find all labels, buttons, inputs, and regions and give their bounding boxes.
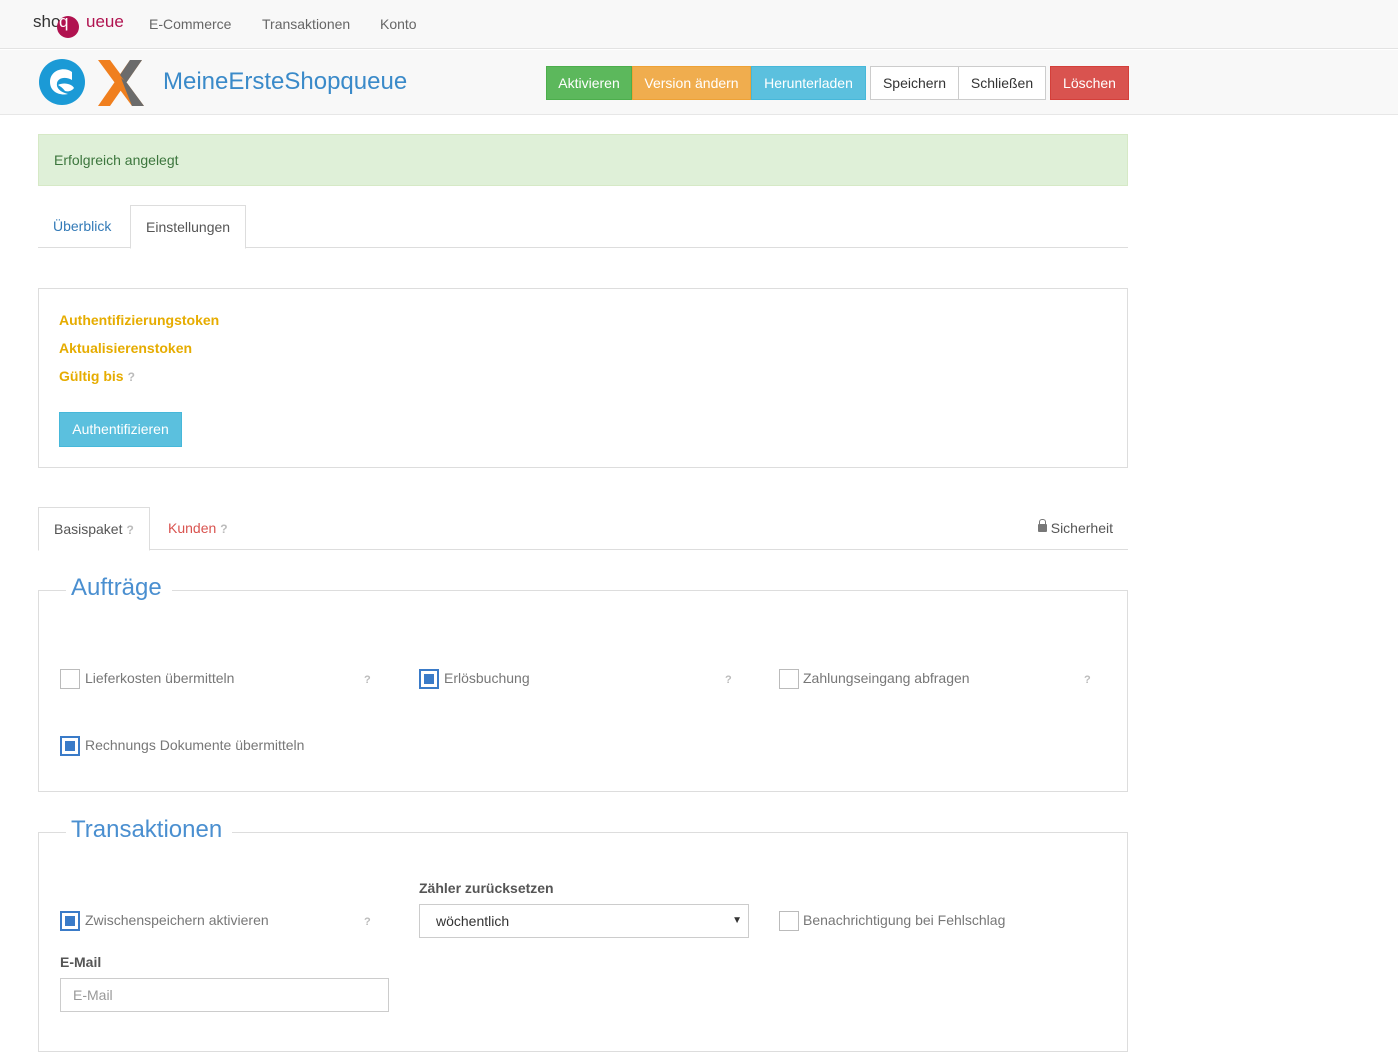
shop-header: MeineErsteShopqueue Aktivieren Version ä… (0, 50, 1398, 115)
help-icon[interactable]: ? (126, 523, 133, 537)
failure-notification-checkbox[interactable] (779, 911, 799, 931)
auth-token-label: Authentifizierungstoken (59, 312, 220, 328)
shop-title: MeineErsteShopqueue (163, 68, 408, 95)
success-alert: Erfolgreich angelegt (38, 134, 1128, 186)
nav-link-ecommerce[interactable]: E-Commerce (149, 16, 231, 32)
help-icon[interactable]: ? (364, 916, 371, 928)
success-alert-text: Erfolgreich angelegt (54, 152, 179, 168)
orders-fieldset: Aufträge Lieferkosten übermitteln ? Erlö… (38, 574, 1128, 792)
valid-until-text: Gültig bis (59, 368, 124, 384)
lock-icon (1037, 519, 1047, 532)
failure-notification-label: Benachrichtigung bei Fehlschlag (803, 912, 1006, 928)
authenticate-button[interactable]: Authentifizieren (59, 412, 182, 447)
tab-overview[interactable]: Überblick (38, 205, 126, 248)
refresh-token-label: Aktualisierenstoken (59, 340, 193, 356)
tab-basic-package[interactable]: Basispaket? (38, 507, 150, 551)
transactions-fieldset: Transaktionen Zwischenspeichern aktivier… (38, 816, 1128, 1052)
brand-q-text: q (59, 12, 69, 31)
auth-panel: Authentifizierungstoken Aktualisierensto… (38, 288, 1128, 468)
settings-tabs: Basispaket? Kunden? Sicherheit (38, 507, 1128, 551)
invoice-documents-checkbox[interactable] (60, 736, 80, 756)
query-payment-receipt-label: Zahlungseingang abfragen (803, 670, 970, 686)
x-logo-icon (98, 60, 144, 106)
reset-counter-value: wöchentlich (436, 913, 510, 929)
query-payment-receipt-checkbox[interactable] (779, 669, 799, 689)
invoice-documents-label: Rechnungs Dokumente übermitteln (85, 737, 305, 753)
help-icon[interactable]: ? (1084, 674, 1091, 686)
fieldset-border-segment (38, 832, 66, 833)
fieldset-border-segment (232, 832, 1128, 833)
activate-button[interactable]: Aktivieren (546, 66, 632, 100)
brand-queue-text: ueue (86, 12, 124, 31)
nav-link-transactions[interactable]: Transaktionen (262, 16, 350, 32)
revenue-booking-label: Erlösbuchung (444, 670, 530, 686)
enable-caching-label: Zwischenspeichern aktivieren (85, 912, 269, 928)
tab-settings[interactable]: Einstellungen (130, 205, 247, 249)
tab-security[interactable]: Sicherheit (1023, 507, 1128, 550)
revenue-booking-checkbox[interactable] (419, 669, 439, 689)
download-button[interactable]: Herunterladen (751, 66, 866, 100)
deliver-shipping-costs-checkbox[interactable] (60, 669, 80, 689)
transactions-legend: Transaktionen (69, 816, 225, 844)
shopware-logo-icon (39, 59, 85, 105)
tab-customers[interactable]: Kunden? (153, 507, 243, 550)
delete-button[interactable]: Löschen (1050, 66, 1129, 100)
enable-caching-checkbox[interactable] (60, 911, 80, 931)
nav-link-account[interactable]: Konto (380, 16, 417, 32)
help-icon[interactable]: ? (364, 674, 371, 686)
save-button[interactable]: Speichern (870, 66, 959, 100)
valid-until-label: Gültig bis? (59, 368, 135, 384)
tab-customers-label: Kunden (168, 520, 217, 536)
tab-security-label: Sicherheit (1050, 520, 1113, 536)
help-icon[interactable]: ? (725, 674, 732, 686)
help-icon[interactable]: ? (220, 522, 227, 536)
orders-legend: Aufträge (69, 574, 164, 602)
dropdown-arrow-icon: ▼ (732, 915, 742, 926)
tab-basic-package-label: Basispaket (54, 521, 123, 537)
email-field[interactable] (60, 978, 389, 1012)
top-navbar: shop q ueue E-Commerce Transaktionen Kon… (0, 0, 1398, 49)
fieldset-border-segment (172, 590, 1128, 591)
change-version-button[interactable]: Version ändern (632, 66, 751, 100)
main-tabs: Überblick Einstellungen (38, 205, 1128, 249)
reset-counter-select[interactable]: wöchentlich ▼ (419, 904, 749, 938)
help-icon[interactable]: ? (128, 370, 135, 384)
deliver-shipping-costs-label: Lieferkosten übermitteln (85, 670, 235, 686)
email-label: E-Mail (60, 954, 102, 970)
reset-counter-label: Zähler zurücksetzen (419, 880, 554, 896)
fieldset-border-segment (38, 590, 66, 591)
orders-fieldset-border (38, 590, 1128, 591)
close-button[interactable]: Schließen (958, 66, 1046, 100)
